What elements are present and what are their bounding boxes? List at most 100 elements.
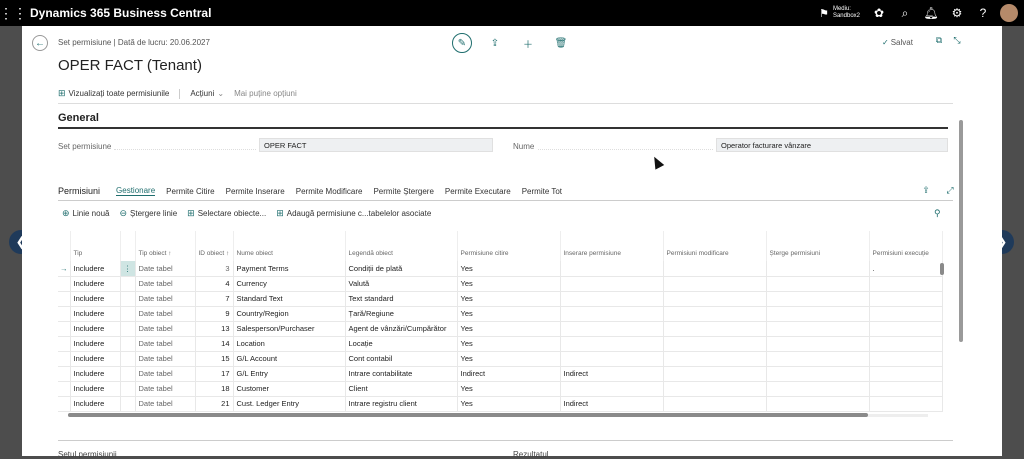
- cell-object-id[interactable]: 21: [195, 396, 234, 412]
- column-header[interactable]: Tip: [70, 231, 121, 261]
- cell-object-type[interactable]: Date tabel: [135, 291, 196, 307]
- open-new-window-icon[interactable]: ⧉: [930, 35, 948, 46]
- scrollbar-thumb[interactable]: [68, 413, 868, 417]
- cell-object-name[interactable]: Location: [233, 336, 346, 352]
- cell-insert[interactable]: [560, 276, 664, 292]
- search-icon[interactable]: ⌕: [892, 0, 918, 26]
- cell-delete[interactable]: [766, 396, 870, 412]
- cell-insert[interactable]: [560, 351, 664, 367]
- cell-read[interactable]: Yes: [457, 336, 561, 352]
- column-header[interactable]: Șterge permisiuni: [766, 231, 870, 261]
- table-row[interactable]: Includere Date tabel 4 Currency Valută Y…: [58, 276, 943, 292]
- cell-execute[interactable]: [869, 276, 943, 292]
- row-menu-icon[interactable]: [120, 381, 136, 397]
- cell-object-type[interactable]: Date tabel: [135, 351, 196, 367]
- row-menu-icon[interactable]: ⋮: [120, 261, 136, 277]
- cell-type[interactable]: Includere: [70, 366, 121, 382]
- table-row[interactable]: Includere Date tabel 14 Location Locație…: [58, 336, 943, 352]
- cell-object-name[interactable]: G/L Account: [233, 351, 346, 367]
- cell-object-caption[interactable]: Condiții de plată: [345, 261, 458, 277]
- select-objects-button[interactable]: ⊞ Selectare obiecte...: [187, 208, 266, 219]
- table-row[interactable]: Includere Date tabel 9 Country/Region Ța…: [58, 306, 943, 322]
- avatar[interactable]: [1000, 4, 1018, 22]
- cell-insert[interactable]: Indirect: [560, 396, 664, 412]
- cell-object-caption[interactable]: Intrare contabilitate: [345, 366, 458, 382]
- cell-object-id[interactable]: 14: [195, 336, 234, 352]
- cell-object-type[interactable]: Date tabel: [135, 321, 196, 337]
- row-menu-icon[interactable]: [120, 321, 136, 337]
- row-menu-icon[interactable]: [120, 396, 136, 412]
- cell-type[interactable]: Includere: [70, 381, 121, 397]
- cell-type[interactable]: Includere: [70, 306, 121, 322]
- help-icon[interactable]: ?: [970, 0, 996, 26]
- cell-delete[interactable]: [766, 351, 870, 367]
- cell-object-id[interactable]: 15: [195, 351, 234, 367]
- cell-execute[interactable]: [869, 306, 943, 322]
- fewer-options-button[interactable]: Mai puține opțiuni: [234, 89, 297, 98]
- column-header[interactable]: Legendă obiect: [345, 231, 458, 261]
- cell-delete[interactable]: [766, 306, 870, 322]
- table-row[interactable]: Includere Date tabel 21 Cust. Ledger Ent…: [58, 396, 943, 412]
- cell-execute[interactable]: [869, 366, 943, 382]
- cell-object-caption[interactable]: Intrare registru client: [345, 396, 458, 412]
- column-header[interactable]: Nume obiect: [233, 231, 346, 261]
- set-permission-field[interactable]: OPER FACT: [259, 138, 493, 152]
- cell-object-id[interactable]: 13: [195, 321, 234, 337]
- cell-type[interactable]: Includere: [70, 261, 121, 277]
- collapse-icon[interactable]: ⤡: [948, 35, 966, 46]
- cell-modify[interactable]: [663, 351, 767, 367]
- column-header[interactable]: Permisiuni modificare: [663, 231, 767, 261]
- delete-icon[interactable]: 🗑︎: [551, 33, 571, 53]
- cell-type[interactable]: Includere: [70, 321, 121, 337]
- table-row[interactable]: Includere Date tabel 17 G/L Entry Intrar…: [58, 366, 943, 382]
- cell-modify[interactable]: [663, 336, 767, 352]
- name-field[interactable]: Operator facturare vânzare: [716, 138, 948, 152]
- share-icon[interactable]: ⇪: [914, 185, 938, 196]
- cell-object-id[interactable]: 3: [195, 261, 234, 277]
- cell-type[interactable]: Includere: [70, 396, 121, 412]
- cell-object-id[interactable]: 4: [195, 276, 234, 292]
- result-factbox-title[interactable]: Rezultatul: [513, 450, 549, 459]
- cell-modify[interactable]: [663, 321, 767, 337]
- tab-allow-all[interactable]: Permite Tot: [522, 187, 562, 196]
- cell-object-caption[interactable]: Agent de vânzări/Cumpărător: [345, 321, 458, 337]
- cell-execute[interactable]: [869, 321, 943, 337]
- cell-read[interactable]: Yes: [457, 276, 561, 292]
- table-row[interactable]: Includere Date tabel 7 Standard Text Tex…: [58, 291, 943, 307]
- cell-object-id[interactable]: 9: [195, 306, 234, 322]
- cell-delete[interactable]: [766, 321, 870, 337]
- general-section-header[interactable]: General: [58, 112, 948, 129]
- cell-object-name[interactable]: Salesperson/Purchaser: [233, 321, 346, 337]
- row-menu-icon[interactable]: [120, 276, 136, 292]
- cell-modify[interactable]: [663, 366, 767, 382]
- cell-type[interactable]: Includere: [70, 336, 121, 352]
- cell-read[interactable]: Indirect: [457, 366, 561, 382]
- cell-object-type[interactable]: Date tabel: [135, 261, 196, 277]
- cell-object-id[interactable]: 17: [195, 366, 234, 382]
- back-button[interactable]: ←: [32, 35, 48, 51]
- cell-read[interactable]: Yes: [457, 291, 561, 307]
- personalize-icon[interactable]: ⚲: [934, 208, 941, 219]
- cell-execute[interactable]: [869, 351, 943, 367]
- column-header[interactable]: Tip obiect ↑: [135, 231, 196, 261]
- column-header[interactable]: Permisiuni execuție: [869, 231, 943, 261]
- cell-object-name[interactable]: Cust. Ledger Entry: [233, 396, 346, 412]
- edit-icon[interactable]: ✎: [452, 33, 472, 53]
- page-vertical-scrollbar[interactable]: [959, 120, 964, 450]
- row-menu-icon[interactable]: [120, 336, 136, 352]
- cell-object-caption[interactable]: Valută: [345, 276, 458, 292]
- delete-line-button[interactable]: ⊖ Ștergere linie: [119, 208, 177, 219]
- cell-delete[interactable]: [766, 276, 870, 292]
- cell-read[interactable]: Yes: [457, 381, 561, 397]
- cell-object-type[interactable]: Date tabel: [135, 366, 196, 382]
- actions-menu[interactable]: Acțiuni ⌄: [190, 89, 224, 98]
- cell-modify[interactable]: [663, 381, 767, 397]
- cell-object-caption[interactable]: Text standard: [345, 291, 458, 307]
- cell-delete[interactable]: [766, 336, 870, 352]
- grid-horizontal-scrollbar[interactable]: [58, 412, 942, 418]
- column-header[interactable]: Inserare permisiune: [560, 231, 664, 261]
- notifications-icon[interactable]: 🔔︎: [918, 0, 944, 26]
- cell-object-type[interactable]: Date tabel: [135, 396, 196, 412]
- cell-object-caption[interactable]: Client: [345, 381, 458, 397]
- new-line-button[interactable]: ⊕ Linie nouă: [62, 208, 109, 219]
